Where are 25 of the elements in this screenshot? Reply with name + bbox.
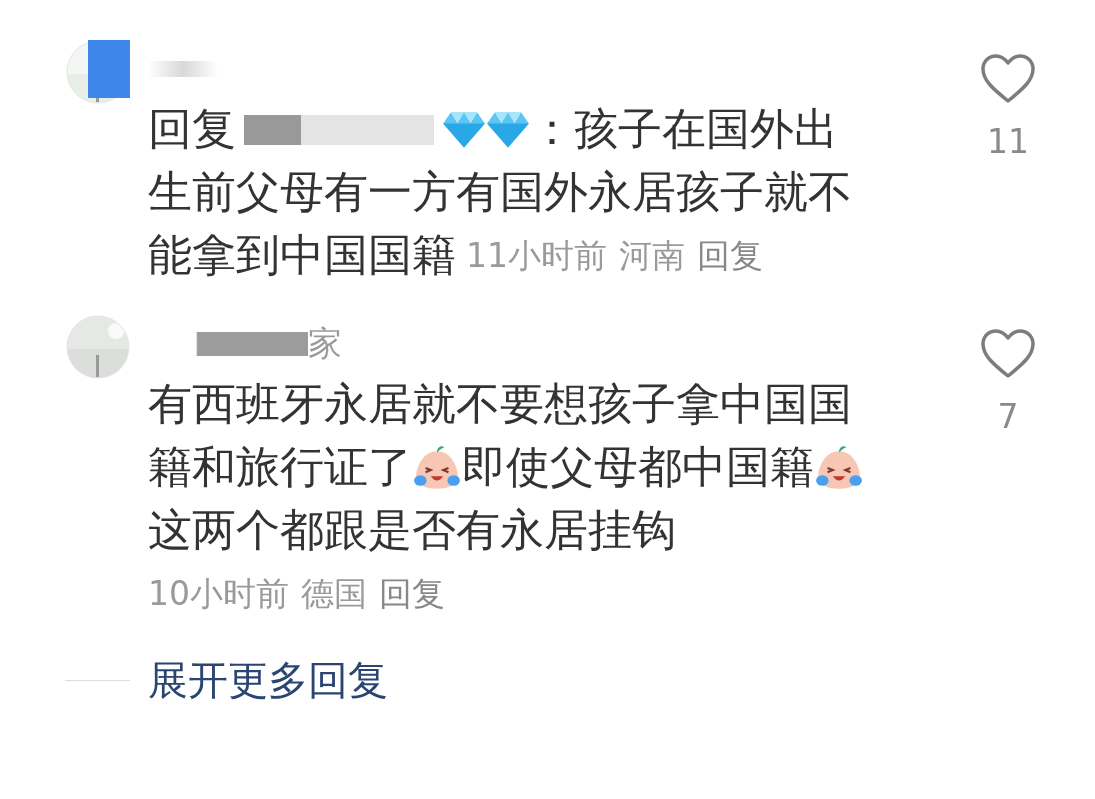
reply-link[interactable]: 回复 (697, 235, 763, 276)
diamond-icon (442, 109, 486, 150)
reply-link[interactable]: 回复 (379, 573, 445, 614)
expand-replies-link[interactable]: 展开更多回复 (148, 653, 388, 708)
comment-location: 河南 (619, 235, 685, 276)
laughing-emoji-icon (412, 444, 462, 491)
redaction-block (88, 40, 130, 98)
author-name[interactable]: 家 (308, 321, 342, 367)
comment-location: 德国 (301, 573, 367, 614)
comment-text: 能拿到中国国籍 (148, 229, 456, 282)
comment-text: ：孩子在国外出 (530, 103, 838, 156)
comment-text: 生前父母有一方有国外永居孩子就不 (148, 166, 852, 219)
comment-time: 10小时前 (148, 573, 289, 614)
comment-text: 即使父母都中国籍 (462, 441, 814, 494)
heart-icon[interactable] (980, 54, 1036, 104)
like-count: 7 (997, 397, 1019, 436)
laughing-emoji-icon (814, 444, 864, 491)
diamond-icon (486, 109, 530, 150)
comment-text: 有西班牙永居就不要想孩子拿中国国 (148, 378, 852, 431)
comment-text: 籍和旅行证了 (148, 441, 412, 494)
comment-text: 回复 (148, 103, 236, 156)
comment-text: 这两个都跟是否有永居挂钩 (148, 504, 676, 557)
heart-icon[interactable] (980, 329, 1036, 379)
comment-time: 11小时前 (466, 235, 607, 276)
like-count: 11 (987, 122, 1029, 161)
